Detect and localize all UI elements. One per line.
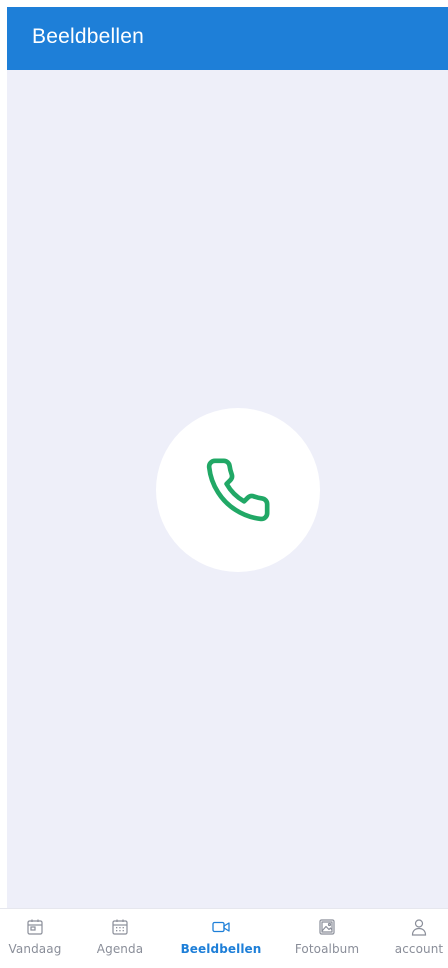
calendar-icon xyxy=(112,919,128,935)
tab-agenda[interactable]: Agenda xyxy=(90,909,150,968)
tab-label: Agenda xyxy=(96,942,144,956)
tab-account[interactable]: account xyxy=(390,909,448,968)
phone-icon xyxy=(206,458,270,522)
tab-label: account xyxy=(394,942,444,956)
today-calendar-icon xyxy=(27,919,43,935)
user-icon xyxy=(411,919,427,936)
tab-vandaag[interactable]: Vandaag xyxy=(5,909,65,968)
tab-label: Beeldbellen xyxy=(180,942,262,956)
start-call-button[interactable] xyxy=(156,408,320,572)
bottom-navigation: Vandaag Agenda Beeldbellen Fotoalbum acc… xyxy=(0,908,448,968)
app-screen: Beeldbellen Vandaag Agenda Beeldbellen F… xyxy=(0,0,448,968)
page-title: Beeldbellen xyxy=(32,25,144,48)
tab-fotoalbum[interactable]: Fotoalbum xyxy=(285,909,369,968)
tab-label: Vandaag xyxy=(8,942,62,956)
tab-beeldbellen[interactable]: Beeldbellen xyxy=(177,909,265,968)
video-camera-icon xyxy=(212,921,230,933)
video-call-panel xyxy=(7,70,448,908)
tab-label: Fotoalbum xyxy=(294,942,360,956)
photo-icon xyxy=(319,919,335,935)
top-app-bar: Beeldbellen xyxy=(7,7,448,70)
